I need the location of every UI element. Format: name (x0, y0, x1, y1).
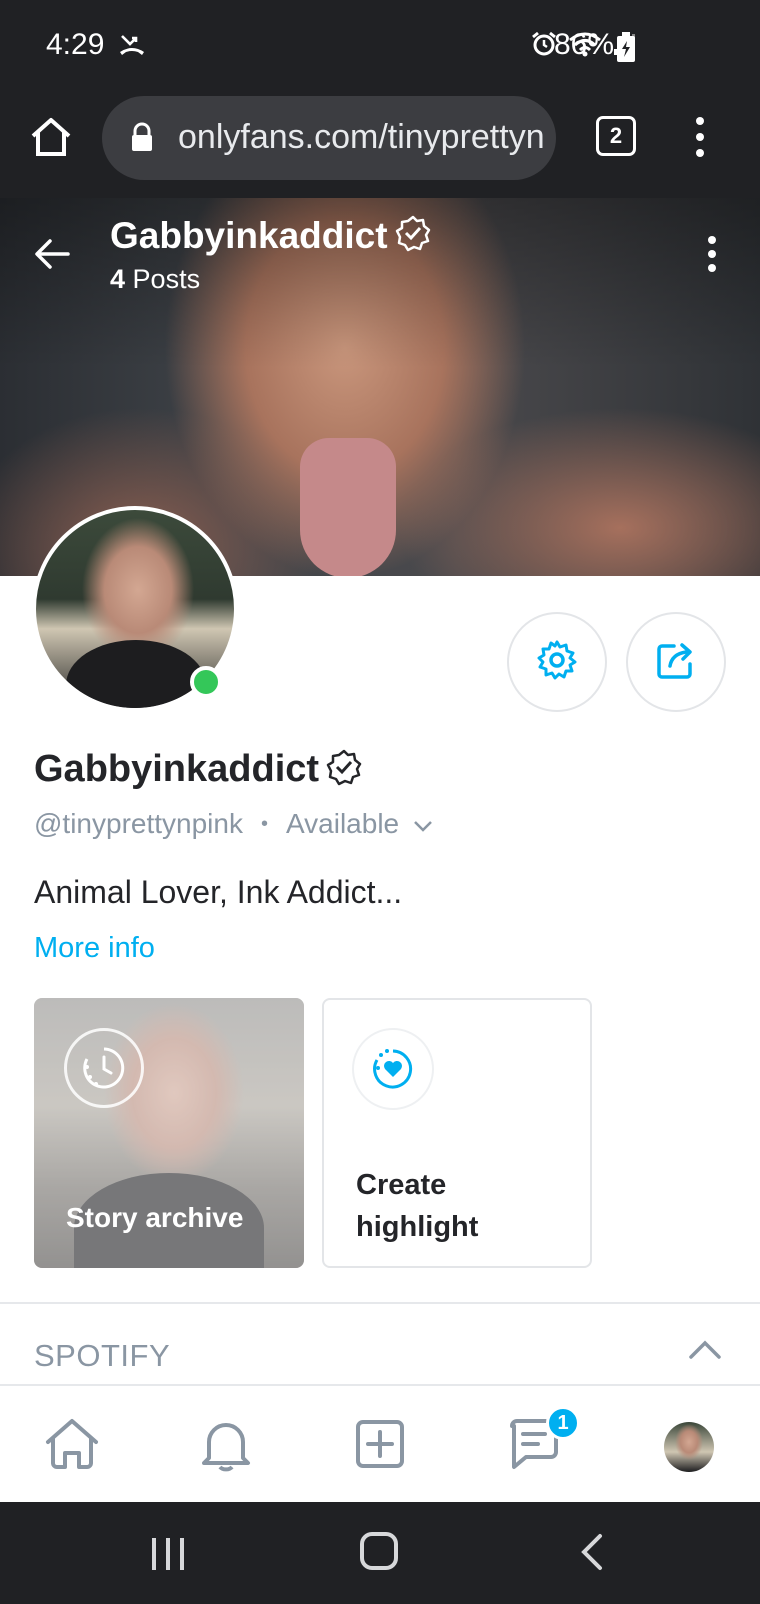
more-vertical-icon[interactable] (690, 114, 710, 162)
home-nav-icon[interactable] (40, 1412, 104, 1476)
history-clock-icon (64, 1028, 144, 1108)
recent-apps-icon[interactable] (150, 1534, 186, 1579)
chevron-up-icon[interactable] (688, 1338, 722, 1367)
tabs-button[interactable]: 2 (596, 116, 636, 156)
posts-count: 4 Posts (110, 264, 201, 294)
profile-nav-avatar[interactable] (664, 1422, 714, 1472)
profile-bio: Animal Lover, Ink Addict... (34, 874, 403, 910)
address-bar[interactable]: onlyfans.com/tinyprettyn (102, 96, 556, 180)
profile-handle: @tinyprettynpink (34, 808, 243, 839)
messages-badge: 1 (546, 1406, 580, 1440)
system-home-icon[interactable] (360, 1532, 398, 1570)
cover-title: Gabbyinkaddict (110, 214, 432, 257)
profile-name: Gabbyinkaddict (34, 748, 363, 791)
handle-row: @tinyprettynpink • Available (34, 808, 433, 840)
availability-status[interactable]: Available (286, 808, 399, 840)
cover-name: Gabbyinkaddict (110, 214, 388, 256)
verified-icon (325, 748, 363, 791)
add-post-icon[interactable] (348, 1412, 412, 1476)
status-bar: 4:29 86% (0, 0, 760, 96)
home-icon[interactable] (28, 114, 74, 160)
bell-icon[interactable] (194, 1412, 258, 1476)
settings-button[interactable] (507, 612, 607, 712)
battery-percent: 86% (554, 28, 615, 61)
share-icon (654, 638, 698, 687)
battery-charging-icon (616, 32, 636, 67)
browser-toolbar: onlyfans.com/tinyprettyn 2 (0, 96, 760, 198)
status-time: 4:29 (46, 28, 105, 61)
create-highlight-label: Create highlight (356, 1169, 479, 1243)
story-archive-card[interactable]: Story archive (34, 998, 304, 1268)
spotify-section-title[interactable]: SPOTIFY (34, 1338, 170, 1374)
bottom-navigation: 1 (0, 1384, 760, 1502)
lock-icon (130, 122, 154, 157)
url-text[interactable]: onlyfans.com/tinyprettyn (178, 118, 545, 157)
system-navigation-bar (0, 1502, 760, 1604)
online-status-dot (190, 666, 222, 698)
chevron-down-icon[interactable] (413, 808, 433, 840)
verified-icon (394, 214, 432, 257)
share-button[interactable] (626, 612, 726, 712)
missed-call-icon (118, 30, 146, 63)
separator: • (260, 812, 268, 835)
profile-more-icon[interactable] (704, 236, 720, 278)
section-divider (0, 1302, 760, 1304)
more-info-link[interactable]: More info (34, 932, 155, 965)
back-arrow-icon[interactable] (32, 234, 72, 274)
create-highlight-card[interactable]: Create highlight (322, 998, 592, 1268)
system-back-icon[interactable] (578, 1532, 604, 1577)
story-archive-label: Story archive (66, 1202, 244, 1233)
gear-icon (535, 638, 579, 687)
heart-circle-icon (352, 1028, 434, 1110)
